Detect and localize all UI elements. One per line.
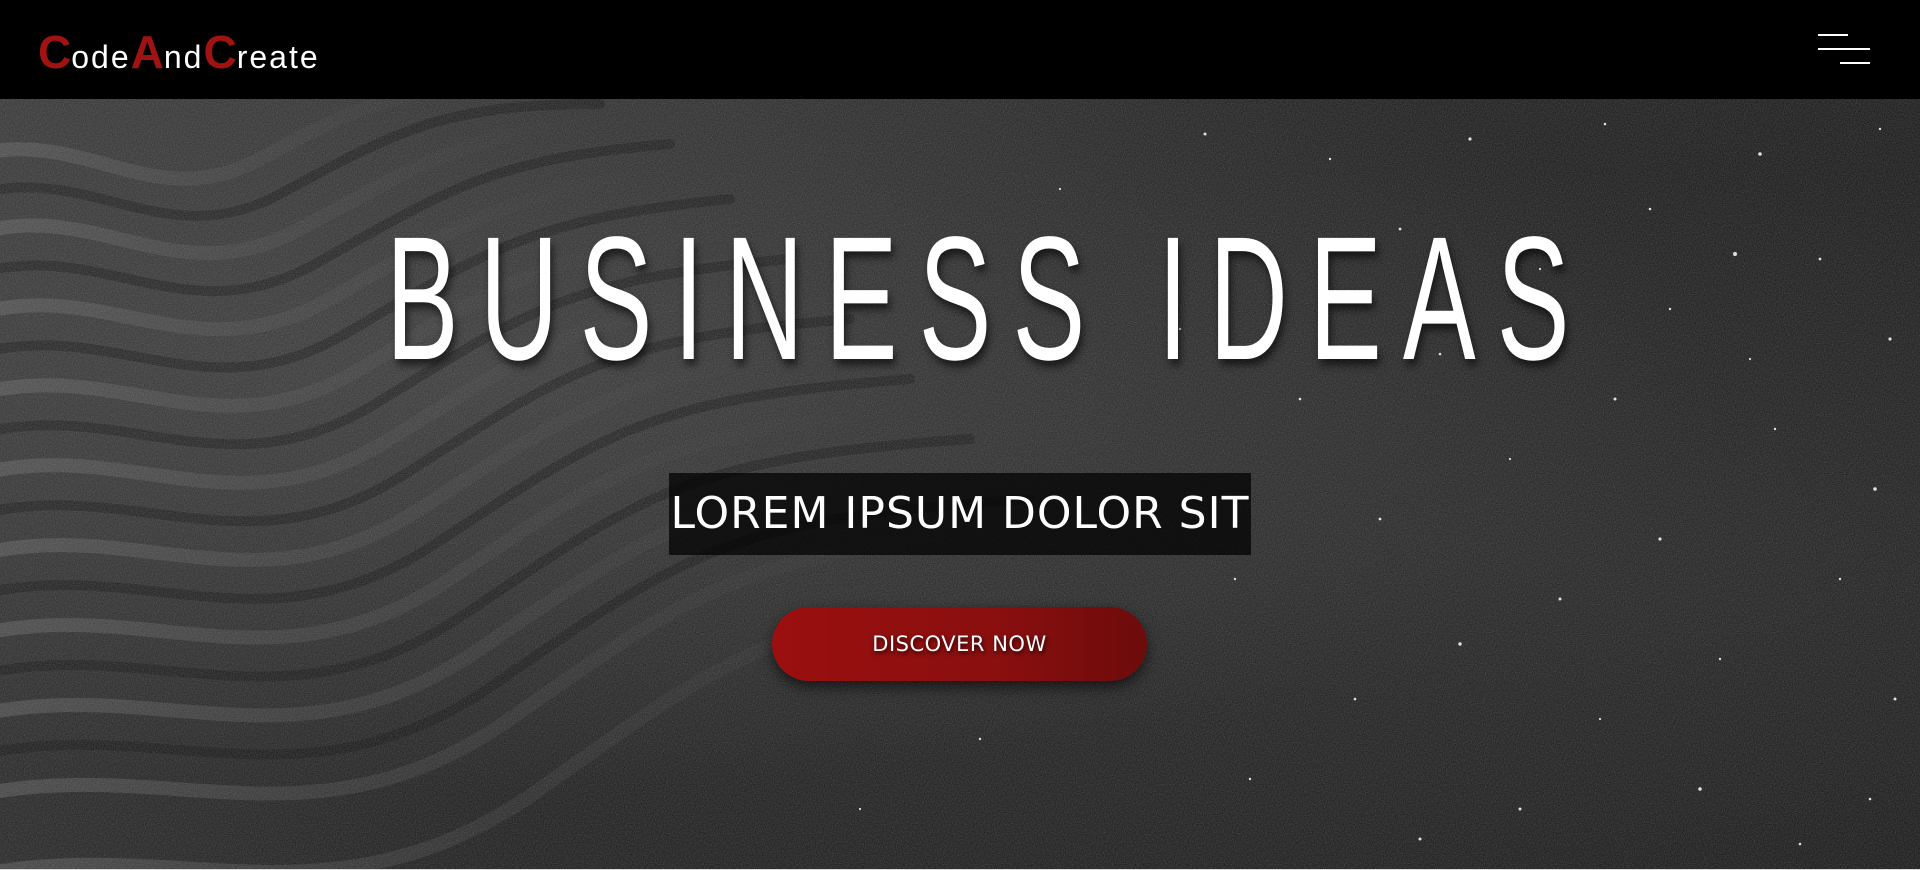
logo-text-reate: reate [236, 39, 320, 75]
hero-section: BUSINESS IDEAS LOREM IPSUM DOLOR SIT DIS… [0, 99, 1920, 869]
top-navbar: CodeAndCreate [0, 0, 1920, 99]
logo-text-ode: ode [71, 39, 131, 75]
hero-headline: BUSINESS IDEAS [385, 201, 1591, 397]
brand-logo[interactable]: CodeAndCreate [38, 22, 320, 87]
hamburger-menu-icon[interactable] [1818, 33, 1872, 65]
discover-now-button[interactable]: DISCOVER NOW [772, 607, 1147, 681]
hero-subtitle: LOREM IPSUM DOLOR SIT [668, 473, 1252, 555]
hero-subtitle-wrap: LOREM IPSUM DOLOR SIT [0, 473, 1920, 555]
logo-letter-c: C [38, 26, 72, 78]
menu-line-top [1818, 34, 1848, 36]
menu-line-middle [1818, 48, 1870, 50]
menu-line-bottom [1840, 62, 1870, 64]
logo-letter-c2: C [203, 26, 237, 78]
logo-text-nd: nd [163, 39, 204, 75]
logo-letter-a: A [130, 26, 164, 78]
